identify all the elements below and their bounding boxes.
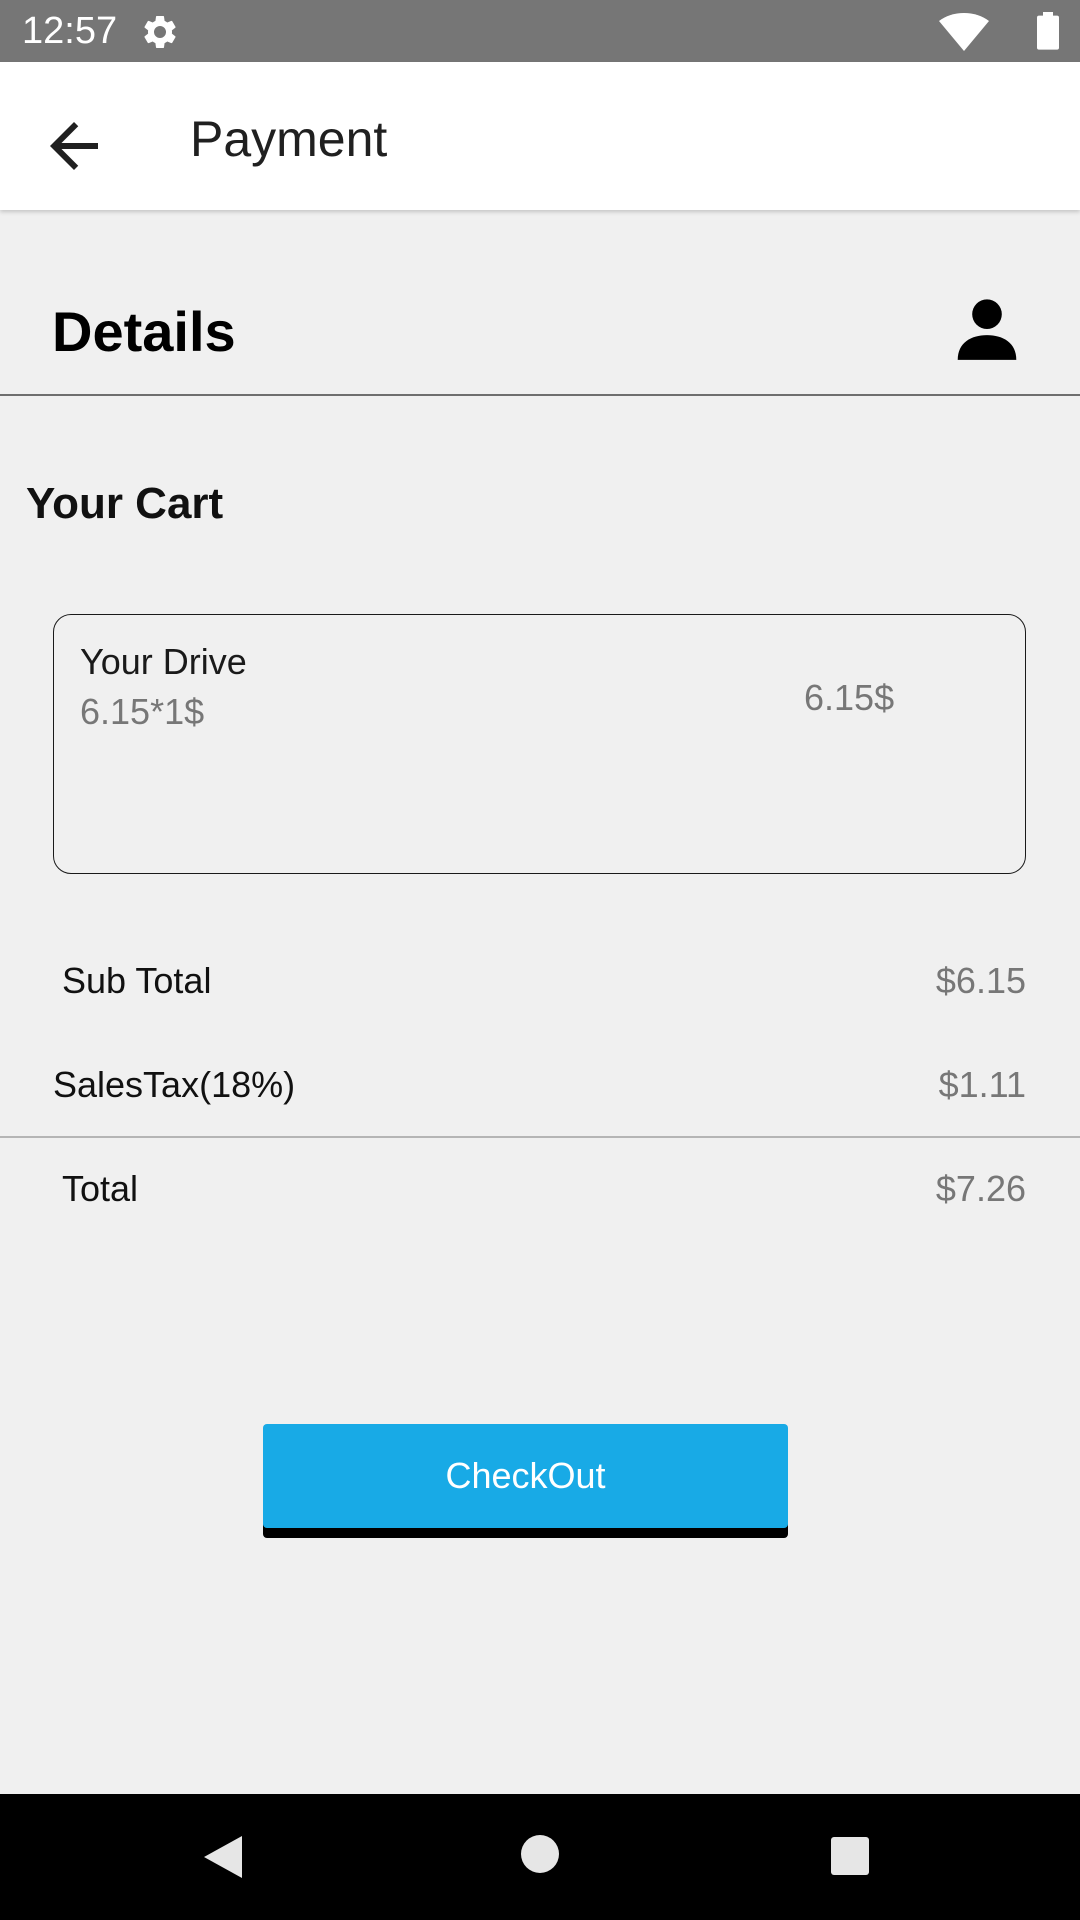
back-button[interactable] [38, 110, 110, 182]
checkout-label: CheckOut [445, 1455, 606, 1496]
details-title: Details [52, 300, 236, 363]
nav-bar [0, 1794, 1080, 1920]
gear-icon [140, 12, 180, 52]
total-value: $7.26 [935, 1168, 1026, 1209]
cart-item-price: 6.15$ [804, 677, 895, 718]
total-label: Total [62, 1168, 139, 1209]
cart-item-detail: 6.15*1$ [80, 691, 205, 732]
battery-icon [1036, 12, 1060, 50]
page-title: Payment [190, 111, 388, 167]
nav-back-icon[interactable] [200, 1832, 246, 1882]
summary-divider [0, 1136, 1080, 1138]
cart-item-card[interactable]: Your Drive 6.15*1$ 6.15$ [53, 614, 1026, 874]
wifi-icon [938, 12, 990, 52]
status-time: 12:57 [22, 10, 118, 52]
cart-title: Your Cart [26, 479, 224, 528]
tax-label: SalesTax(18%) [53, 1064, 296, 1105]
cart-item-name: Your Drive [80, 641, 247, 682]
nav-recents-icon[interactable] [830, 1836, 870, 1876]
app-bar: Payment [0, 62, 1080, 210]
person-icon[interactable] [950, 292, 1024, 366]
subtotal-value: $6.15 [935, 960, 1026, 1001]
details-header: Details [0, 210, 1080, 396]
subtotal-label: Sub Total [62, 960, 212, 1001]
tax-value: $1.11 [938, 1064, 1026, 1105]
checkout-button[interactable]: CheckOut [263, 1424, 788, 1528]
subtotal-row: Sub Total $6.15 [0, 960, 1080, 1020]
total-row: Total $7.26 [0, 1168, 1080, 1228]
nav-home-icon[interactable] [520, 1834, 560, 1874]
tax-row: SalesTax(18%) $1.11 [0, 1064, 1080, 1124]
status-bar: 12:57 [0, 0, 1080, 62]
arrow-back-icon [50, 122, 98, 170]
